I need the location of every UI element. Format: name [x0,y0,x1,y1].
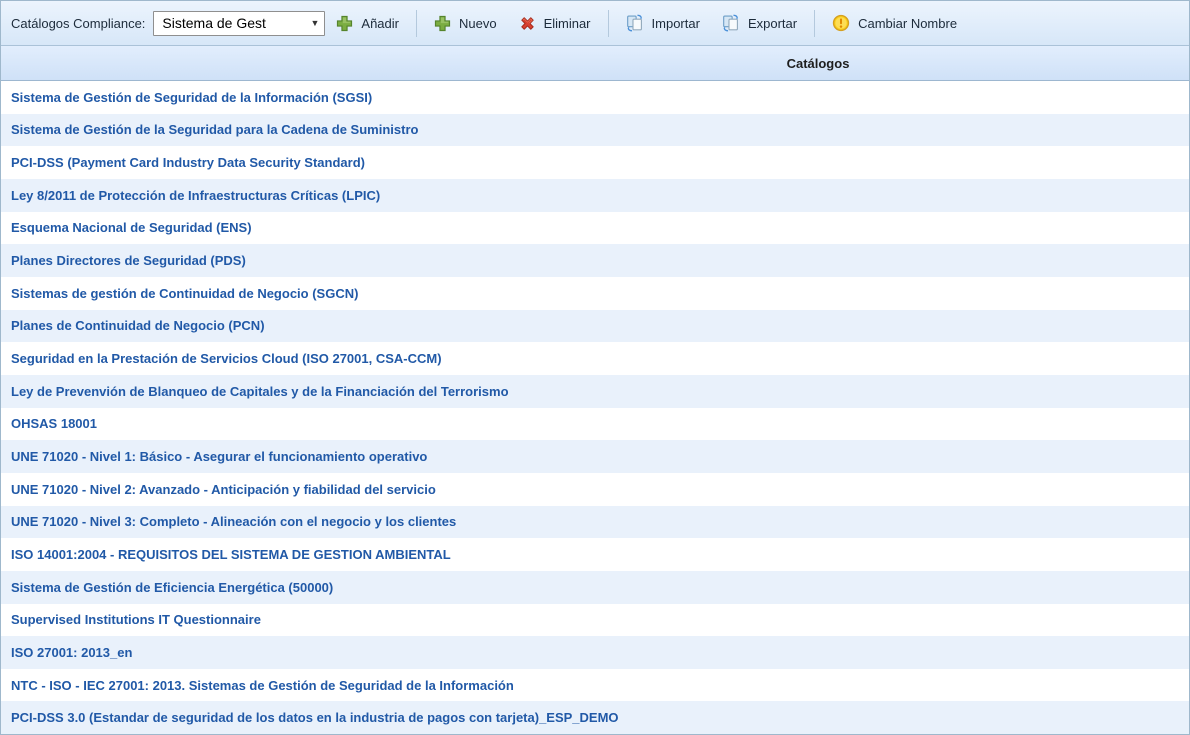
catalog-row-label: Esquema Nacional de Seguridad (ENS) [11,220,252,235]
rename-button-label: Cambiar Nombre [858,16,957,31]
catalog-row-label: Sistema de Gestión de Seguridad de la In… [11,90,372,105]
catalog-row[interactable]: Ley 8/2011 de Protección de Infraestruct… [1,179,1189,212]
catalog-row[interactable]: Supervised Institutions IT Questionnaire [1,604,1189,637]
catalog-row-label: ISO 27001: 2013_en [11,645,132,660]
delete-icon [519,15,536,32]
toolbar-separator [416,10,417,37]
add-button[interactable]: Añadir [327,10,408,37]
toolbar-separator [814,10,815,37]
catalog-row[interactable]: Esquema Nacional de Seguridad (ENS) [1,212,1189,245]
catalog-row-label: Planes Directores de Seguridad (PDS) [11,253,246,268]
grid-column-header-catalogos[interactable]: Catálogos [1,46,1189,81]
catalog-row-label: Ley 8/2011 de Protección de Infraestruct… [11,188,380,203]
catalog-row-label: Seguridad en la Prestación de Servicios … [11,351,442,366]
add-icon [336,15,353,32]
catalog-row-label: UNE 71020 - Nivel 3: Completo - Alineaci… [11,514,456,529]
new-icon [434,15,451,32]
catalog-row-label: PCI-DSS 3.0 (Estandar de seguridad de lo… [11,710,619,725]
catalog-row-label: PCI-DSS (Payment Card Industry Data Secu… [11,155,365,170]
import-button[interactable]: Importar [617,9,709,37]
delete-button-label: Eliminar [544,16,591,31]
catalog-row-label: Sistema de Gestión de la Seguridad para … [11,122,418,137]
catalog-row[interactable]: UNE 71020 - Nivel 1: Básico - Asegurar e… [1,440,1189,473]
add-button-label: Añadir [361,16,399,31]
selected-catalog-value: Sistema de Gest [162,15,266,31]
catalog-row[interactable]: Sistema de Gestión de Seguridad de la In… [1,81,1189,114]
catalog-list: Sistema de Gestión de Seguridad de la In… [1,81,1189,734]
catalog-row[interactable]: NTC - ISO - IEC 27001: 2013. Sistemas de… [1,669,1189,702]
catalog-row-label: NTC - ISO - IEC 27001: 2013. Sistemas de… [11,678,514,693]
toolbar-separator [608,10,609,37]
catalog-row[interactable]: Sistema de Gestión de Eficiencia Energét… [1,571,1189,604]
catalog-row[interactable]: Planes de Continuidad de Negocio (PCN) [1,310,1189,343]
catalog-row-label: OHSAS 18001 [11,416,97,431]
catalog-row-label: Ley de Prevenvión de Blanqueo de Capital… [11,384,509,399]
catalog-row-label: UNE 71020 - Nivel 2: Avanzado - Anticipa… [11,482,436,497]
delete-button[interactable]: Eliminar [510,10,600,37]
catalog-row-label: Sistemas de gestión de Continuidad de Ne… [11,286,358,301]
new-button[interactable]: Nuevo [425,10,506,37]
catalog-row[interactable]: PCI-DSS (Payment Card Industry Data Secu… [1,146,1189,179]
catalog-row[interactable]: ISO 27001: 2013_en [1,636,1189,669]
catalog-row[interactable]: Seguridad en la Prestación de Servicios … [1,342,1189,375]
catalog-compliance-label: Catálogos Compliance: [11,16,145,31]
catalog-row-label: Planes de Continuidad de Negocio (PCN) [11,318,265,333]
catalog-row-label: UNE 71020 - Nivel 1: Básico - Asegurar e… [11,449,427,464]
catalog-compliance-select[interactable]: Sistema de Gest ▼ [153,11,325,36]
chevron-down-icon: ▼ [310,18,319,28]
catalog-manager-window: Catálogos Compliance: Sistema de Gest ▼ … [0,0,1190,735]
catalog-row[interactable]: Sistema de Gestión de la Seguridad para … [1,114,1189,147]
catalog-row[interactable]: UNE 71020 - Nivel 3: Completo - Alineaci… [1,506,1189,539]
import-icon [626,14,644,32]
toolbar: Catálogos Compliance: Sistema de Gest ▼ … [1,1,1189,46]
catalog-row[interactable]: UNE 71020 - Nivel 2: Avanzado - Anticipa… [1,473,1189,506]
rename-button[interactable]: Cambiar Nombre [823,9,966,37]
export-button-label: Exportar [748,16,797,31]
catalog-row[interactable]: Planes Directores de Seguridad (PDS) [1,244,1189,277]
catalog-row[interactable]: Sistemas de gestión de Continuidad de Ne… [1,277,1189,310]
catalog-row[interactable]: OHSAS 18001 [1,408,1189,441]
catalog-row[interactable]: Ley de Prevenvión de Blanqueo de Capital… [1,375,1189,408]
new-button-label: Nuevo [459,16,497,31]
catalog-row-label: Supervised Institutions IT Questionnaire [11,612,261,627]
export-button[interactable]: Exportar [713,9,806,37]
catalog-row-label: Sistema de Gestión de Eficiencia Energét… [11,580,333,595]
warning-icon [832,14,850,32]
catalog-row[interactable]: PCI-DSS 3.0 (Estandar de seguridad de lo… [1,701,1189,734]
export-icon [722,14,740,32]
import-button-label: Importar [652,16,700,31]
catalog-row-label: ISO 14001:2004 - REQUISITOS DEL SISTEMA … [11,547,451,562]
catalog-row[interactable]: ISO 14001:2004 - REQUISITOS DEL SISTEMA … [1,538,1189,571]
grid-header-title: Catálogos [787,56,850,71]
